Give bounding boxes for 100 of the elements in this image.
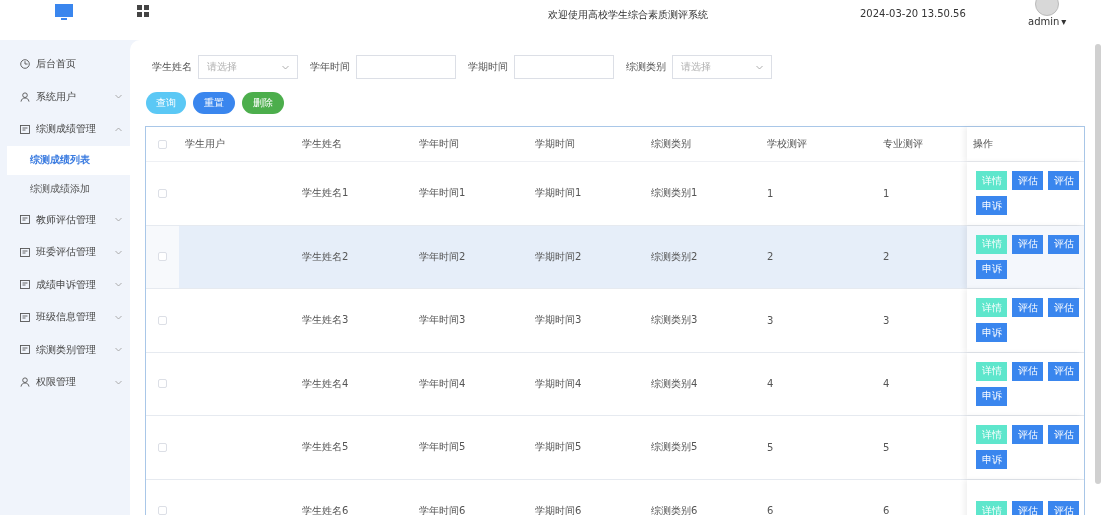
grid-icon[interactable] <box>137 5 149 17</box>
sidebar-item[interactable]: 权限管理 <box>0 366 130 399</box>
action-button[interactable]: 评估 <box>1048 425 1079 445</box>
table-cell: 学期时间6 <box>535 503 582 515</box>
sidebar-item[interactable]: 成绩申诉管理 <box>0 268 130 301</box>
action-button[interactable]: 申诉 <box>976 196 1007 216</box>
input-field[interactable] <box>514 55 614 79</box>
card-icon <box>20 124 30 134</box>
datetime: 2024-03-20 13.50.56 <box>860 8 966 19</box>
table-cell: 学年时间1 <box>419 186 466 201</box>
user-menu[interactable]: admin ▾ <box>1028 16 1067 27</box>
column-header: 学校测评 <box>767 137 807 151</box>
sidebar-item[interactable]: 综测成绩管理 <box>0 113 130 146</box>
card-icon <box>20 345 30 355</box>
chevron-icon <box>115 249 122 255</box>
checkbox[interactable] <box>158 379 167 389</box>
table-cell: 3 <box>883 314 890 326</box>
table-cell: 学年时间3 <box>419 313 466 328</box>
sidebar-item[interactable]: 教师评估管理 <box>0 203 130 236</box>
action-button[interactable]: 评估 <box>1048 361 1079 381</box>
checkbox[interactable] <box>158 506 167 515</box>
select-field[interactable]: 请选择 <box>672 55 772 79</box>
action-button[interactable]: 评估 <box>1048 171 1079 191</box>
table-cell: 2 <box>767 251 774 263</box>
chevron-icon <box>115 94 122 100</box>
action-button[interactable]: 申诉 <box>976 450 1007 470</box>
table-cell: 学期时间5 <box>535 440 582 455</box>
select-field[interactable]: 请选择 <box>198 55 298 79</box>
filter-label: 综测类别 <box>626 60 666 74</box>
table-row[interactable]: 学生姓名4 学年时间4 学期时间4 综测类别4 4 4 详情 评估 评估 申诉 <box>146 352 1084 416</box>
checkbox[interactable] <box>158 139 167 149</box>
table-cell: 学生姓名3 <box>302 313 349 328</box>
chevron-icon <box>115 347 122 353</box>
table-cell: 综测类别6 <box>651 503 698 515</box>
action-button[interactable]: 申诉 <box>976 259 1007 279</box>
sidebar-item[interactable]: 班委评估管理 <box>0 236 130 269</box>
table-row[interactable]: 学生姓名2 学年时间2 学期时间2 综测类别2 2 2 详情 评估 评估 申诉 <box>146 225 1084 289</box>
table-cell: 学生姓名2 <box>302 249 349 264</box>
table-row[interactable]: 学生姓名1 学年时间1 学期时间1 综测类别1 1 1 详情 评估 评估 申诉 <box>146 162 1084 226</box>
chevron-icon <box>115 314 122 320</box>
chevron-icon <box>115 217 122 223</box>
table-cell: 综测类别5 <box>651 440 698 455</box>
input-field[interactable] <box>356 55 456 79</box>
filter-label: 学生姓名 <box>152 60 192 74</box>
card-icon <box>20 312 30 322</box>
table-cell: 3 <box>767 314 774 326</box>
table-cell: 综测类别4 <box>651 376 698 391</box>
action-button[interactable]: 评估 <box>1048 298 1079 318</box>
table-cell: 学年时间2 <box>419 249 466 264</box>
action-button[interactable]: 评估 <box>1012 171 1043 191</box>
scrollbar[interactable] <box>1095 44 1101 484</box>
card-icon <box>20 247 30 257</box>
action-button[interactable]: 申诉 <box>976 323 1007 343</box>
table-cell: 2 <box>883 251 890 263</box>
clock-icon <box>20 59 30 70</box>
card-icon <box>20 280 30 290</box>
reset-button[interactable]: 重置 <box>193 92 235 114</box>
chevron-icon <box>756 64 763 70</box>
table-cell: 4 <box>767 378 774 390</box>
action-button[interactable]: 申诉 <box>976 386 1007 406</box>
action-button[interactable]: 评估 <box>1012 425 1043 445</box>
table-cell: 学年时间6 <box>419 503 466 515</box>
column-header: 学生姓名 <box>302 137 342 151</box>
table-cell: 综测类别2 <box>651 249 698 264</box>
search-button[interactable]: 查询 <box>146 92 186 114</box>
checkbox[interactable] <box>158 442 167 452</box>
user-icon <box>20 91 30 102</box>
action-button[interactable]: 评估 <box>1012 234 1043 254</box>
delete-button[interactable]: 删除 <box>242 92 284 114</box>
table-cell: 1 <box>883 187 890 199</box>
table-row[interactable]: 学生姓名5 学年时间5 学期时间5 综测类别5 5 5 详情 评估 评估 申诉 <box>146 416 1084 480</box>
column-header: 学期时间 <box>535 137 575 151</box>
table-cell: 5 <box>883 441 890 453</box>
table-cell: 1 <box>767 187 774 199</box>
table-cell: 学期时间2 <box>535 249 582 264</box>
table-cell: 6 <box>767 505 774 515</box>
column-header: 学生用户 <box>185 137 225 151</box>
column-header: 综测类别 <box>651 137 691 151</box>
sidebar-item[interactable]: 后台首页 <box>0 48 130 81</box>
action-button[interactable]: 评估 <box>1012 501 1043 515</box>
submenu-item[interactable]: 综测成绩添加 <box>7 174 130 204</box>
action-button[interactable]: 评估 <box>1012 361 1043 381</box>
table-cell: 学年时间5 <box>419 440 466 455</box>
card-icon <box>20 215 30 225</box>
checkbox[interactable] <box>158 188 167 198</box>
submenu-item[interactable]: 综测成绩列表 <box>7 145 130 175</box>
action-button[interactable]: 评估 <box>1048 501 1079 515</box>
system-title: 欢迎使用高校学生综合素质测评系统 <box>548 8 708 22</box>
sidebar-item[interactable]: 综测类别管理 <box>0 333 130 366</box>
table-cell: 学生姓名4 <box>302 376 349 391</box>
action-button[interactable]: 评估 <box>1048 234 1079 254</box>
sidebar-item[interactable]: 系统用户 <box>0 80 130 113</box>
table-cell: 学期时间4 <box>535 376 582 391</box>
sidebar-item[interactable]: 班级信息管理 <box>0 301 130 334</box>
monitor-icon[interactable] <box>55 4 73 21</box>
table-cell: 学生姓名5 <box>302 440 349 455</box>
action-button[interactable]: 评估 <box>1012 298 1043 318</box>
table-row[interactable]: 学生姓名3 学年时间3 学期时间3 综测类别3 3 3 详情 评估 评估 申诉 <box>146 289 1084 353</box>
checkbox[interactable] <box>158 252 167 262</box>
checkbox[interactable] <box>158 315 167 325</box>
